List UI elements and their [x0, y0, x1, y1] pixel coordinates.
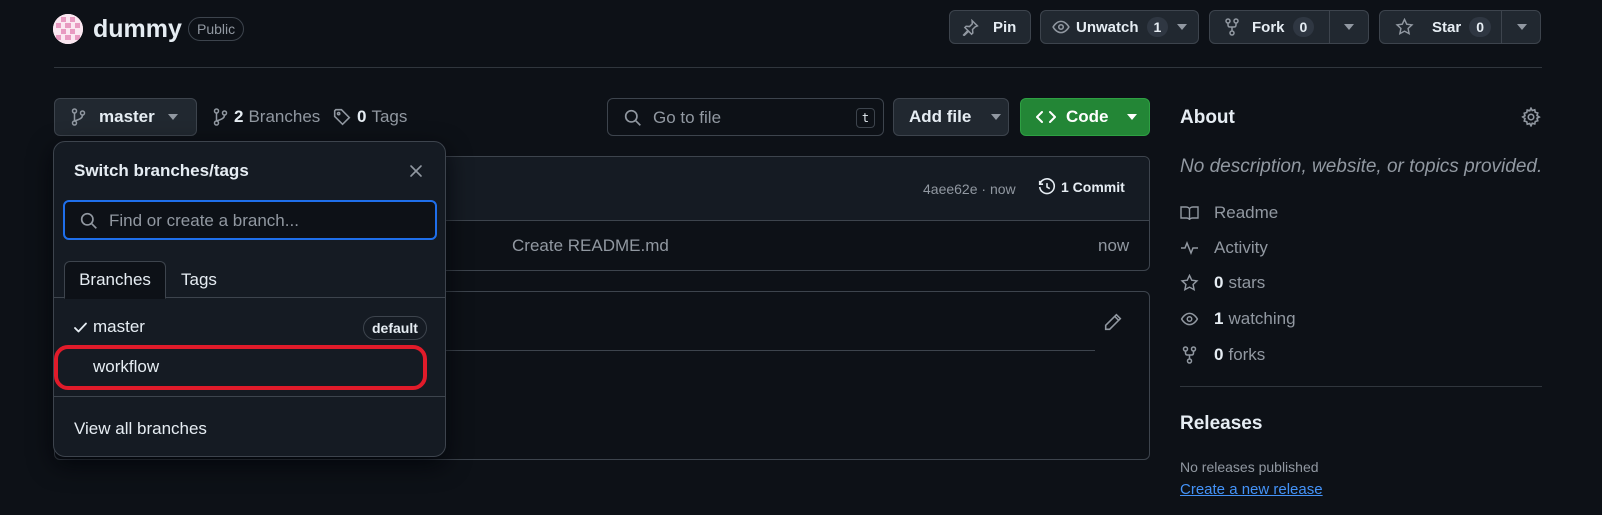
current-branch-label: master [99, 107, 155, 126]
branches-count: 2 [234, 107, 244, 126]
triangle-down-icon [1344, 24, 1354, 30]
branch-dropdown: Switch branches/tags Find or create a br… [53, 141, 446, 457]
dropdown-divider [54, 396, 445, 397]
fork-button-group: Fork 0 [1209, 10, 1369, 44]
tags-link[interactable]: 0 Tags [333, 107, 407, 127]
default-badge: default [363, 316, 427, 340]
about-description: No description, website, or topics provi… [1180, 156, 1543, 177]
triangle-down-icon [1517, 24, 1527, 30]
pulse-icon [1180, 240, 1214, 256]
red-highlight-annotation [54, 345, 427, 390]
code-button[interactable]: Code [1020, 98, 1150, 136]
pin-icon [962, 18, 979, 36]
search-icon [624, 109, 642, 127]
history-icon [1038, 178, 1056, 196]
triangle-down-icon [1177, 24, 1187, 30]
tab-tags[interactable]: Tags [181, 270, 217, 290]
no-releases-text: No releases published [1180, 459, 1319, 475]
stars-label: stars [1228, 273, 1266, 292]
visibility-badge: Public [188, 17, 245, 41]
branch-icon [213, 108, 228, 126]
watch-options-button[interactable] [1163, 11, 1187, 43]
dropdown-title: Switch branches/tags [74, 161, 249, 180]
fork-icon [1224, 18, 1240, 36]
watch-button-group: Unwatch 1 [1040, 10, 1199, 44]
sidebar-divider [1180, 386, 1542, 387]
repo-name[interactable]: dummy [93, 14, 182, 44]
releases-title[interactable]: Releases [1180, 413, 1262, 435]
watching-count: 1 [1214, 309, 1224, 328]
tab-branches[interactable]: Branches [64, 261, 166, 299]
forks-link[interactable]: 0 forks [1180, 343, 1265, 367]
pin-button[interactable]: Pin [949, 10, 1031, 44]
fork-button[interactable]: Fork 0 [1210, 11, 1329, 43]
star-count: 0 [1469, 17, 1491, 37]
commit-message[interactable]: Create README.md [512, 236, 669, 256]
triangle-down-icon [167, 114, 178, 120]
eye-icon [1180, 310, 1214, 328]
branch-search-input[interactable]: Find or create a branch... [63, 200, 437, 240]
tags-label: Tags [371, 107, 408, 126]
stars-link[interactable]: 0 stars [1180, 271, 1265, 295]
branch-item-master[interactable]: master default [54, 308, 445, 348]
unwatch-label: Unwatch [1076, 18, 1139, 36]
go-to-file-placeholder: Go to file [653, 108, 722, 127]
fork-icon [1180, 346, 1214, 364]
readme-link[interactable]: Readme [1180, 201, 1278, 225]
commit-time: now [1098, 236, 1130, 255]
stars-count: 0 [1214, 273, 1224, 292]
branch-search-placeholder: Find or create a branch... [109, 211, 299, 230]
close-icon[interactable] [409, 164, 425, 180]
star-icon [1395, 18, 1414, 36]
eye-icon [1052, 18, 1070, 36]
code-icon [1036, 110, 1056, 124]
star-options-button[interactable] [1502, 11, 1527, 43]
shortcut-key: t [856, 108, 875, 128]
triangle-down-icon [1126, 114, 1137, 120]
forks-label: forks [1228, 345, 1266, 364]
branch-name: master [93, 317, 145, 336]
search-icon [80, 212, 98, 230]
watching-label: watching [1228, 309, 1296, 328]
header-divider [54, 67, 1542, 68]
fork-label: Fork [1252, 18, 1285, 36]
pencil-icon[interactable] [1104, 313, 1122, 331]
tag-icon [333, 108, 351, 126]
star-label: Star [1432, 18, 1462, 36]
about-title: About [1180, 107, 1235, 128]
go-to-file-input[interactable]: Go to file t [607, 98, 884, 136]
watching-link[interactable]: 1 watching [1180, 307, 1296, 331]
commit-count-label: 1 Commit [1061, 179, 1125, 195]
repo-avatar [53, 14, 83, 44]
check-icon [74, 322, 87, 333]
book-icon [1180, 205, 1214, 221]
tags-count: 0 [357, 107, 367, 126]
create-release-link[interactable]: Create a new release [1180, 481, 1323, 498]
view-all-branches-link[interactable]: View all branches [74, 419, 207, 439]
unwatch-button[interactable]: Unwatch 1 [1041, 11, 1169, 43]
fork-options-button[interactable] [1330, 11, 1354, 43]
commits-link[interactable]: 1 Commit [1038, 178, 1125, 196]
commit-hash-time[interactable]: 4aee62e · now [923, 181, 1016, 197]
add-file-button[interactable]: Add file [893, 98, 1009, 136]
branches-label: Branches [248, 107, 321, 126]
branch-select-button[interactable]: master [54, 98, 197, 136]
gear-icon[interactable] [1521, 107, 1541, 127]
branches-link[interactable]: 2 Branches [213, 107, 320, 127]
pin-label: Pin [993, 18, 1017, 36]
branch-icon [71, 108, 86, 126]
forks-count: 0 [1214, 345, 1224, 364]
readme-label: Readme [1214, 203, 1279, 222]
code-label: Code [1066, 107, 1109, 126]
star-button-group: Star 0 [1379, 10, 1541, 44]
triangle-down-icon [991, 114, 1002, 120]
activity-link[interactable]: Activity [1180, 236, 1268, 260]
add-file-label: Add file [909, 107, 972, 126]
fork-count: 0 [1292, 17, 1315, 37]
activity-label: Activity [1214, 238, 1268, 257]
star-button[interactable]: Star 0 [1380, 11, 1501, 43]
star-icon [1180, 274, 1214, 292]
